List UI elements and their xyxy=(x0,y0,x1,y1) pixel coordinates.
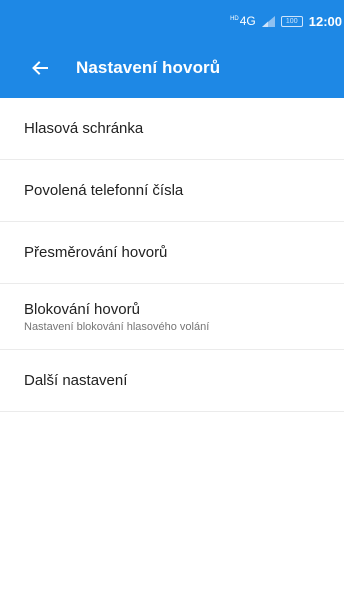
clock: 12:00 xyxy=(308,13,342,29)
app-bar: Nastavení hovorů xyxy=(0,38,344,98)
setting-item-title: Blokování hovorů xyxy=(24,300,140,318)
battery-level: 100 xyxy=(285,17,298,25)
setting-item-call-blocking[interactable]: Blokování hovorů Nastavení blokování hla… xyxy=(0,284,344,350)
network-badge: HD xyxy=(230,16,239,22)
status-icons: HD4G 100 12:00 xyxy=(230,12,342,30)
network-type: 4G xyxy=(239,14,256,28)
arrow-left-icon xyxy=(32,61,48,75)
status-bar: HD4G 100 12:00 xyxy=(0,0,344,38)
setting-item-subtitle: Nastavení blokování hlasového volání xyxy=(24,320,210,333)
setting-item-more-settings[interactable]: Další nastavení xyxy=(0,350,344,412)
setting-item-title: Další nastavení xyxy=(24,372,128,389)
setting-item-voicemail[interactable]: Hlasová schránka xyxy=(0,98,344,160)
setting-item-title: Hlasová schránka xyxy=(24,120,144,137)
phone-screen: HD4G 100 12:00 Nastavení hovorů Hlasová … xyxy=(0,0,344,610)
setting-item-fixed-dialing-numbers[interactable]: Povolená telefonní čísla xyxy=(0,160,344,222)
signal-icon xyxy=(261,15,275,27)
network-indicator: HD4G xyxy=(230,14,256,28)
setting-item-title: Přesměrování hovorů xyxy=(24,244,168,261)
setting-item-call-forwarding[interactable]: Přesměrování hovorů xyxy=(0,222,344,284)
setting-item-title: Povolená telefonní čísla xyxy=(24,182,184,199)
settings-list: Hlasová schránka Povolená telefonní čísl… xyxy=(0,98,344,412)
page-title: Nastavení hovorů xyxy=(76,58,221,77)
back-button[interactable] xyxy=(28,56,52,80)
battery-icon: 100 xyxy=(280,15,303,27)
